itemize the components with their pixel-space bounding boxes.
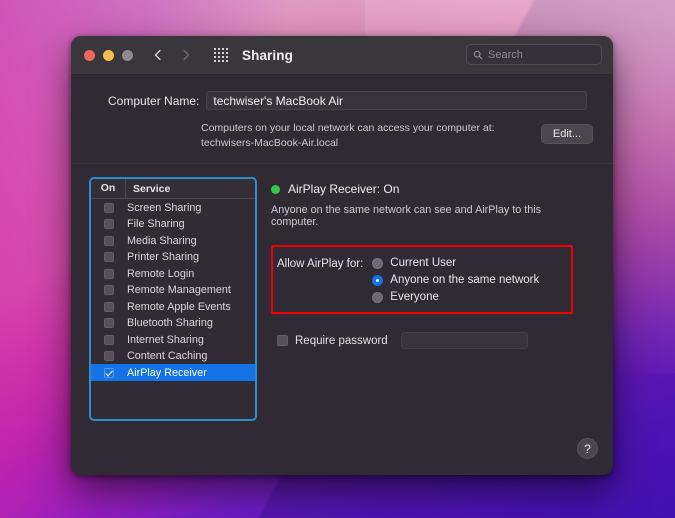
service-checkbox-cell[interactable]: [91, 269, 126, 279]
hostname-description: Computers on your local network can acce…: [201, 121, 541, 136]
radio-everyone[interactable]: Everyone: [372, 291, 539, 303]
hostname-value: techwisers-MacBook-Air.local: [201, 136, 541, 151]
service-label: Internet Sharing: [126, 334, 204, 346]
list-item[interactable]: Bluetooth Sharing: [91, 315, 255, 332]
allow-airplay-group: Allow AirPlay for: Current User Anyone o…: [271, 245, 591, 314]
service-label: File Sharing: [126, 218, 185, 230]
service-checkbox-cell[interactable]: [91, 335, 126, 345]
services-list-header: On Service: [91, 179, 255, 199]
list-item[interactable]: Printer Sharing: [91, 249, 255, 266]
status-indicator-icon: [271, 185, 280, 194]
service-checkbox[interactable]: [104, 335, 114, 345]
service-checkbox-cell[interactable]: [91, 285, 126, 295]
desktop-wallpaper: Sharing Computer Name: techwiser's MacBo…: [0, 0, 675, 518]
allow-airplay-label: Allow AirPlay for:: [277, 257, 363, 270]
computer-name-value: techwiser's MacBook Air: [213, 94, 343, 108]
list-item[interactable]: Remote Login: [91, 265, 255, 282]
service-label: Remote Login: [126, 268, 194, 280]
traffic-light-group: [84, 50, 133, 61]
require-password-checkbox[interactable]: [277, 335, 288, 346]
list-item[interactable]: Remote Management: [91, 282, 255, 299]
search-icon: [473, 50, 483, 60]
hostname-row: Computers on your local network can acce…: [71, 121, 613, 151]
service-label: Bluetooth Sharing: [126, 317, 213, 329]
service-label: Media Sharing: [126, 235, 197, 247]
status-title: AirPlay Receiver: On: [288, 182, 399, 196]
list-item[interactable]: File Sharing: [91, 216, 255, 233]
require-password-row: Require password: [271, 332, 591, 349]
window-footer: ?: [71, 417, 613, 475]
radio-label: Anyone on the same network: [390, 274, 539, 286]
column-header-on: On: [91, 179, 126, 198]
list-item[interactable]: Internet Sharing: [91, 331, 255, 348]
allow-airplay-radio-group: Current User Anyone on the same network …: [372, 257, 539, 303]
computer-name-section: Computer Name: techwiser's MacBook Air C…: [71, 75, 613, 164]
window-title: Sharing: [242, 48, 293, 63]
computer-name-row: Computer Name: techwiser's MacBook Air: [71, 91, 613, 110]
service-label: Remote Apple Events: [126, 301, 231, 313]
hostname-info: Computers on your local network can acce…: [201, 121, 541, 151]
service-label: Remote Management: [126, 284, 231, 296]
minimize-window-button[interactable]: [103, 50, 114, 61]
show-all-preferences-grid-icon[interactable]: [214, 48, 228, 62]
service-label: Printer Sharing: [126, 251, 199, 263]
zoom-window-button[interactable]: [122, 50, 133, 61]
list-item[interactable]: Media Sharing: [91, 232, 255, 249]
system-preferences-window: Sharing Computer Name: techwiser's MacBo…: [71, 36, 613, 475]
service-checkbox-cell[interactable]: [91, 252, 126, 262]
list-item[interactable]: Remote Apple Events: [91, 298, 255, 315]
radio-anyone-same-network[interactable]: Anyone on the same network: [372, 274, 539, 286]
service-status-row: AirPlay Receiver: On: [271, 182, 591, 196]
edit-hostname-button[interactable]: Edit...: [541, 124, 593, 144]
service-label: AirPlay Receiver: [126, 367, 207, 379]
list-item-airplay-receiver[interactable]: AirPlay Receiver: [91, 364, 255, 381]
back-chevron-icon[interactable]: [152, 49, 164, 61]
forward-chevron-icon[interactable]: [180, 49, 192, 61]
search-field[interactable]: [466, 44, 602, 65]
service-checkbox[interactable]: [104, 203, 114, 213]
service-checkbox-cell[interactable]: [91, 351, 126, 361]
radio-button-icon[interactable]: [372, 258, 383, 269]
search-input[interactable]: [488, 49, 595, 61]
column-header-service: Service: [126, 183, 170, 195]
service-checkbox[interactable]: [104, 351, 114, 361]
service-checkbox[interactable]: [104, 252, 114, 262]
service-checkbox-cell[interactable]: [91, 219, 126, 229]
window-titlebar: Sharing: [71, 36, 613, 75]
service-checkbox[interactable]: [104, 269, 114, 279]
service-checkbox[interactable]: [104, 318, 114, 328]
service-label: Screen Sharing: [126, 202, 201, 214]
service-checkbox-cell[interactable]: [91, 203, 126, 213]
services-list[interactable]: On Service Screen Sharing File Sharing M…: [89, 177, 257, 421]
close-window-button[interactable]: [84, 50, 95, 61]
service-description: Anyone on the same network can see and A…: [271, 204, 591, 228]
radio-current-user[interactable]: Current User: [372, 257, 539, 269]
radio-label: Current User: [390, 257, 456, 269]
allow-airplay-row: Allow AirPlay for: Current User Anyone o…: [277, 257, 581, 303]
service-checkbox[interactable]: [104, 219, 114, 229]
radio-label: Everyone: [390, 291, 439, 303]
radio-button-selected-icon[interactable]: [372, 275, 383, 286]
service-checkbox-cell[interactable]: [91, 318, 126, 328]
service-checkbox-checked[interactable]: [104, 368, 114, 378]
service-checkbox-cell[interactable]: [91, 368, 126, 378]
help-button[interactable]: ?: [577, 438, 598, 459]
navigation-buttons: [152, 49, 192, 61]
list-item[interactable]: Content Caching: [91, 348, 255, 365]
require-password-label: Require password: [295, 335, 388, 347]
radio-button-icon[interactable]: [372, 292, 383, 303]
list-item[interactable]: Screen Sharing: [91, 199, 255, 216]
service-checkbox[interactable]: [104, 236, 114, 246]
service-label: Content Caching: [126, 350, 207, 362]
service-checkbox[interactable]: [104, 285, 114, 295]
service-checkbox-cell[interactable]: [91, 236, 126, 246]
computer-name-field[interactable]: techwiser's MacBook Air: [206, 91, 587, 110]
service-checkbox[interactable]: [104, 302, 114, 312]
service-checkbox-cell[interactable]: [91, 302, 126, 312]
password-input[interactable]: [401, 332, 528, 349]
computer-name-label: Computer Name:: [108, 94, 199, 108]
